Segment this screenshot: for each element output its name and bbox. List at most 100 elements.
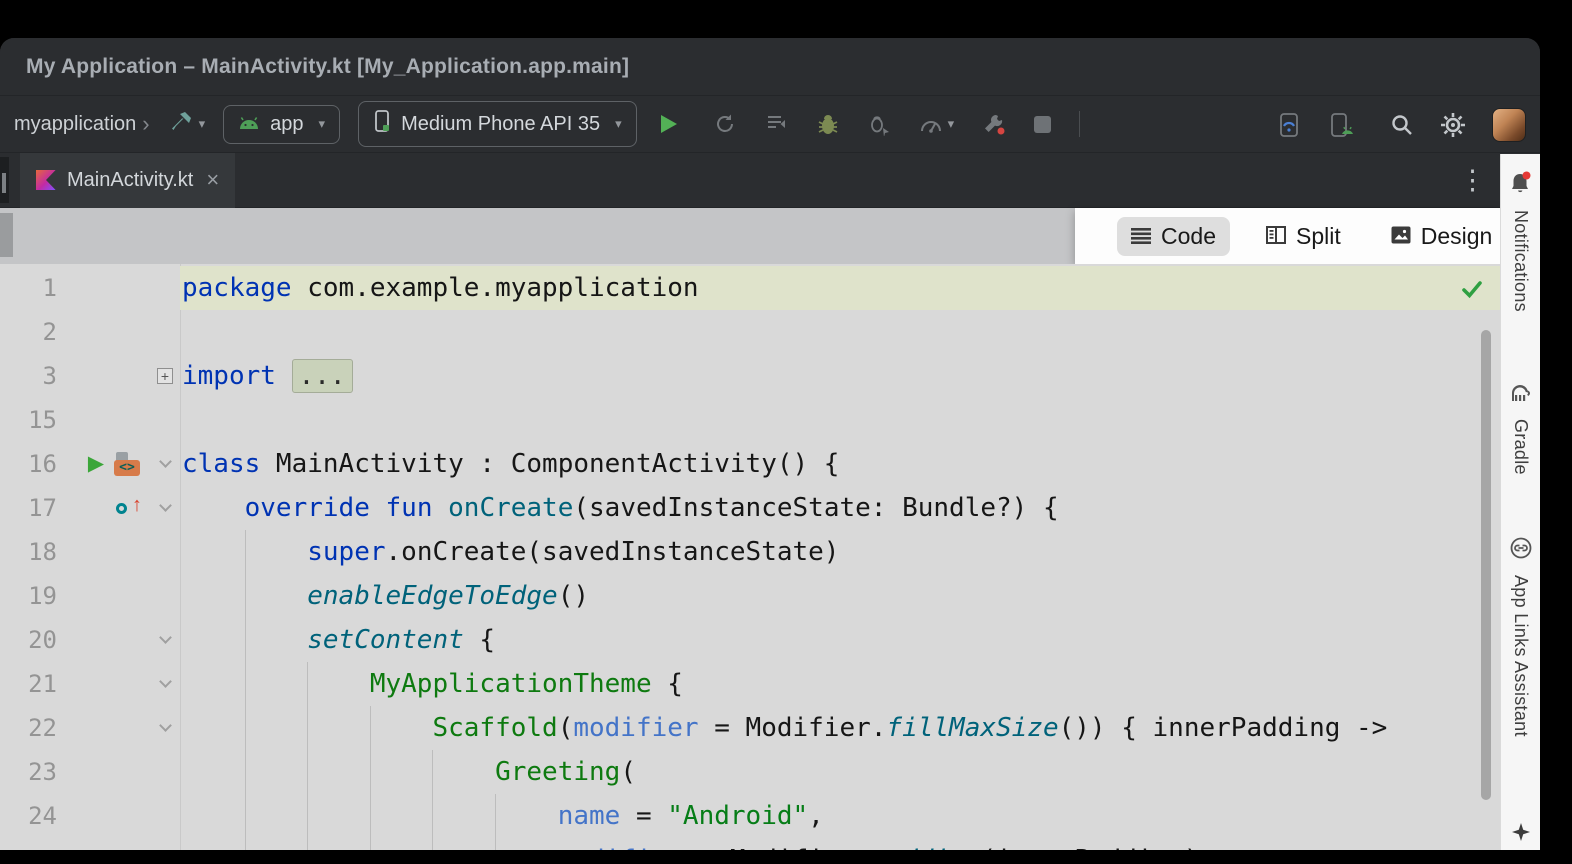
- code-line[interactable]: 2: [0, 310, 1500, 354]
- code-line[interactable]: 24 name = "Android",: [0, 794, 1500, 838]
- fold-collapse-icon[interactable]: [159, 631, 172, 644]
- code-segment: "Android": [667, 801, 808, 831]
- run-class-icon[interactable]: ▶: [88, 442, 104, 486]
- code-line[interactable]: 3+import ...: [0, 354, 1500, 398]
- gutter[interactable]: 1: [0, 266, 180, 310]
- code-segment: ,: [808, 801, 824, 831]
- tab-code[interactable]: Code: [1117, 217, 1230, 256]
- gutter[interactable]: 2: [0, 310, 180, 354]
- code-text[interactable]: override fun onCreate(savedInstanceState…: [180, 486, 1500, 530]
- line-number: 18: [28, 530, 57, 574]
- search-icon: [1390, 113, 1414, 137]
- code-segment: [182, 669, 370, 699]
- code-text[interactable]: Greeting(: [180, 750, 1500, 794]
- project-breadcrumb[interactable]: myapplication: [14, 113, 136, 136]
- attach-debugger-button[interactable]: [867, 112, 891, 136]
- code-text[interactable]: Scaffold(modifier = Modifier.fillMaxSize…: [180, 706, 1500, 750]
- stripe-label-notifications: Notifications: [1510, 210, 1531, 312]
- gutter[interactable]: 24: [0, 794, 180, 838]
- title-bar[interactable]: My Application – MainActivity.kt [My_App…: [0, 38, 1540, 96]
- code-line[interactable]: 25 modifier = Modifier.padding(innerPadd…: [0, 838, 1500, 850]
- gutter[interactable]: 18: [0, 530, 180, 574]
- code-text[interactable]: [180, 310, 1500, 354]
- code-text[interactable]: name = "Android",: [180, 794, 1500, 838]
- run-button[interactable]: [657, 112, 679, 136]
- gutter[interactable]: 17↑: [0, 486, 180, 530]
- gutter[interactable]: 3+: [0, 354, 180, 398]
- code-text[interactable]: import ...: [180, 354, 1500, 398]
- code-line[interactable]: 22 Scaffold(modifier = Modifier.fillMaxS…: [0, 706, 1500, 750]
- activity-gutter-icon[interactable]: <>: [114, 450, 142, 478]
- gutter[interactable]: 23: [0, 750, 180, 794]
- code-segment: [182, 757, 495, 787]
- device-selector[interactable]: Medium Phone API 35 ▾: [358, 101, 637, 147]
- user-avatar[interactable]: [1492, 108, 1526, 142]
- code-text[interactable]: enableEdgeToEdge(): [180, 574, 1500, 618]
- gutter[interactable]: 19: [0, 574, 180, 618]
- code-text[interactable]: MyApplicationTheme {: [180, 662, 1500, 706]
- profiler-button[interactable]: ▾: [919, 114, 955, 134]
- apply-changes-button[interactable]: [713, 112, 737, 136]
- left-stripe-stub-2: [0, 213, 13, 257]
- overrides-icon[interactable]: ↑: [115, 494, 142, 522]
- running-devices-icon: [1276, 112, 1302, 138]
- editor-scrollbar[interactable]: [1481, 330, 1491, 800]
- code-line[interactable]: 17↑ override fun onCreate(savedInstanceS…: [0, 486, 1500, 530]
- code-text[interactable]: package com.example.myapplication: [180, 266, 1500, 310]
- code-text[interactable]: [180, 398, 1500, 442]
- close-tab-icon[interactable]: ×: [206, 167, 219, 193]
- android-studio-window: My Application – MainActivity.kt [My_App…: [0, 38, 1540, 850]
- code-text[interactable]: super.onCreate(savedInstanceState): [180, 530, 1500, 574]
- gutter[interactable]: 20: [0, 618, 180, 662]
- run-actions-group: ▾: [685, 112, 1052, 136]
- gutter[interactable]: 16▶<>: [0, 442, 180, 486]
- apply-code-changes-icon: [765, 112, 789, 136]
- code-segment: (): [558, 581, 589, 611]
- debug-bug-icon: [817, 112, 839, 136]
- running-devices-button[interactable]: [1276, 112, 1302, 138]
- gutter[interactable]: 25: [0, 838, 180, 850]
- tab-mainactivity[interactable]: MainActivity.kt ×: [20, 153, 235, 208]
- build-button[interactable]: ▾: [170, 111, 206, 138]
- tool-button-app-links[interactable]: App Links Assistant: [1501, 536, 1540, 737]
- code-line[interactable]: 18 super.onCreate(savedInstanceState): [0, 530, 1500, 574]
- code-line[interactable]: 19 enableEdgeToEdge(): [0, 574, 1500, 618]
- device-manager-button[interactable]: [1328, 112, 1354, 138]
- run-config-selector[interactable]: app ▾: [223, 105, 340, 144]
- code-line[interactable]: 23 Greeting(: [0, 750, 1500, 794]
- tool-button-notifications[interactable]: Notifications: [1501, 170, 1540, 312]
- settings-button[interactable]: [1440, 112, 1466, 138]
- code-segment: fun: [386, 493, 433, 523]
- code-line[interactable]: 15: [0, 398, 1500, 442]
- code-editor[interactable]: 1package com.example.myapplication23+imp…: [0, 264, 1500, 850]
- stop-button[interactable]: [1034, 116, 1051, 133]
- code-segment: modifier: [573, 713, 698, 743]
- fold-collapse-icon[interactable]: [159, 675, 172, 688]
- code-segment: onCreate: [448, 493, 573, 523]
- fold-collapse-icon[interactable]: [159, 455, 172, 468]
- tab-label: MainActivity.kt: [67, 169, 193, 192]
- troubleshoot-button[interactable]: [982, 112, 1006, 136]
- code-text[interactable]: setContent {: [180, 618, 1500, 662]
- gutter[interactable]: 22: [0, 706, 180, 750]
- code-text[interactable]: class MainActivity : ComponentActivity()…: [180, 442, 1500, 486]
- more-options-icon[interactable]: ⋮: [1459, 165, 1486, 195]
- tab-split[interactable]: Split: [1252, 217, 1355, 256]
- inspections-ok-icon[interactable]: [1460, 278, 1484, 305]
- tool-button-gradle[interactable]: Gradle: [1501, 382, 1540, 475]
- tab-design[interactable]: Design: [1377, 217, 1507, 256]
- code-line[interactable]: 21 MyApplicationTheme {: [0, 662, 1500, 706]
- fold-collapse-icon[interactable]: [159, 719, 172, 732]
- apply-code-changes-button[interactable]: [765, 112, 789, 136]
- fold-collapse-icon[interactable]: [159, 499, 172, 512]
- fold-expand-icon[interactable]: +: [157, 368, 173, 384]
- gutter[interactable]: 15: [0, 398, 180, 442]
- code-line[interactable]: 1package com.example.myapplication: [0, 266, 1500, 310]
- gemini-spark-button[interactable]: [1501, 822, 1540, 842]
- gutter[interactable]: 21: [0, 662, 180, 706]
- search-button[interactable]: [1390, 113, 1414, 137]
- debug-button[interactable]: [817, 112, 839, 136]
- code-text[interactable]: modifier = Modifier.padding(innerPadding…: [180, 838, 1500, 850]
- code-line[interactable]: 20 setContent {: [0, 618, 1500, 662]
- code-line[interactable]: 16▶<>class MainActivity : ComponentActiv…: [0, 442, 1500, 486]
